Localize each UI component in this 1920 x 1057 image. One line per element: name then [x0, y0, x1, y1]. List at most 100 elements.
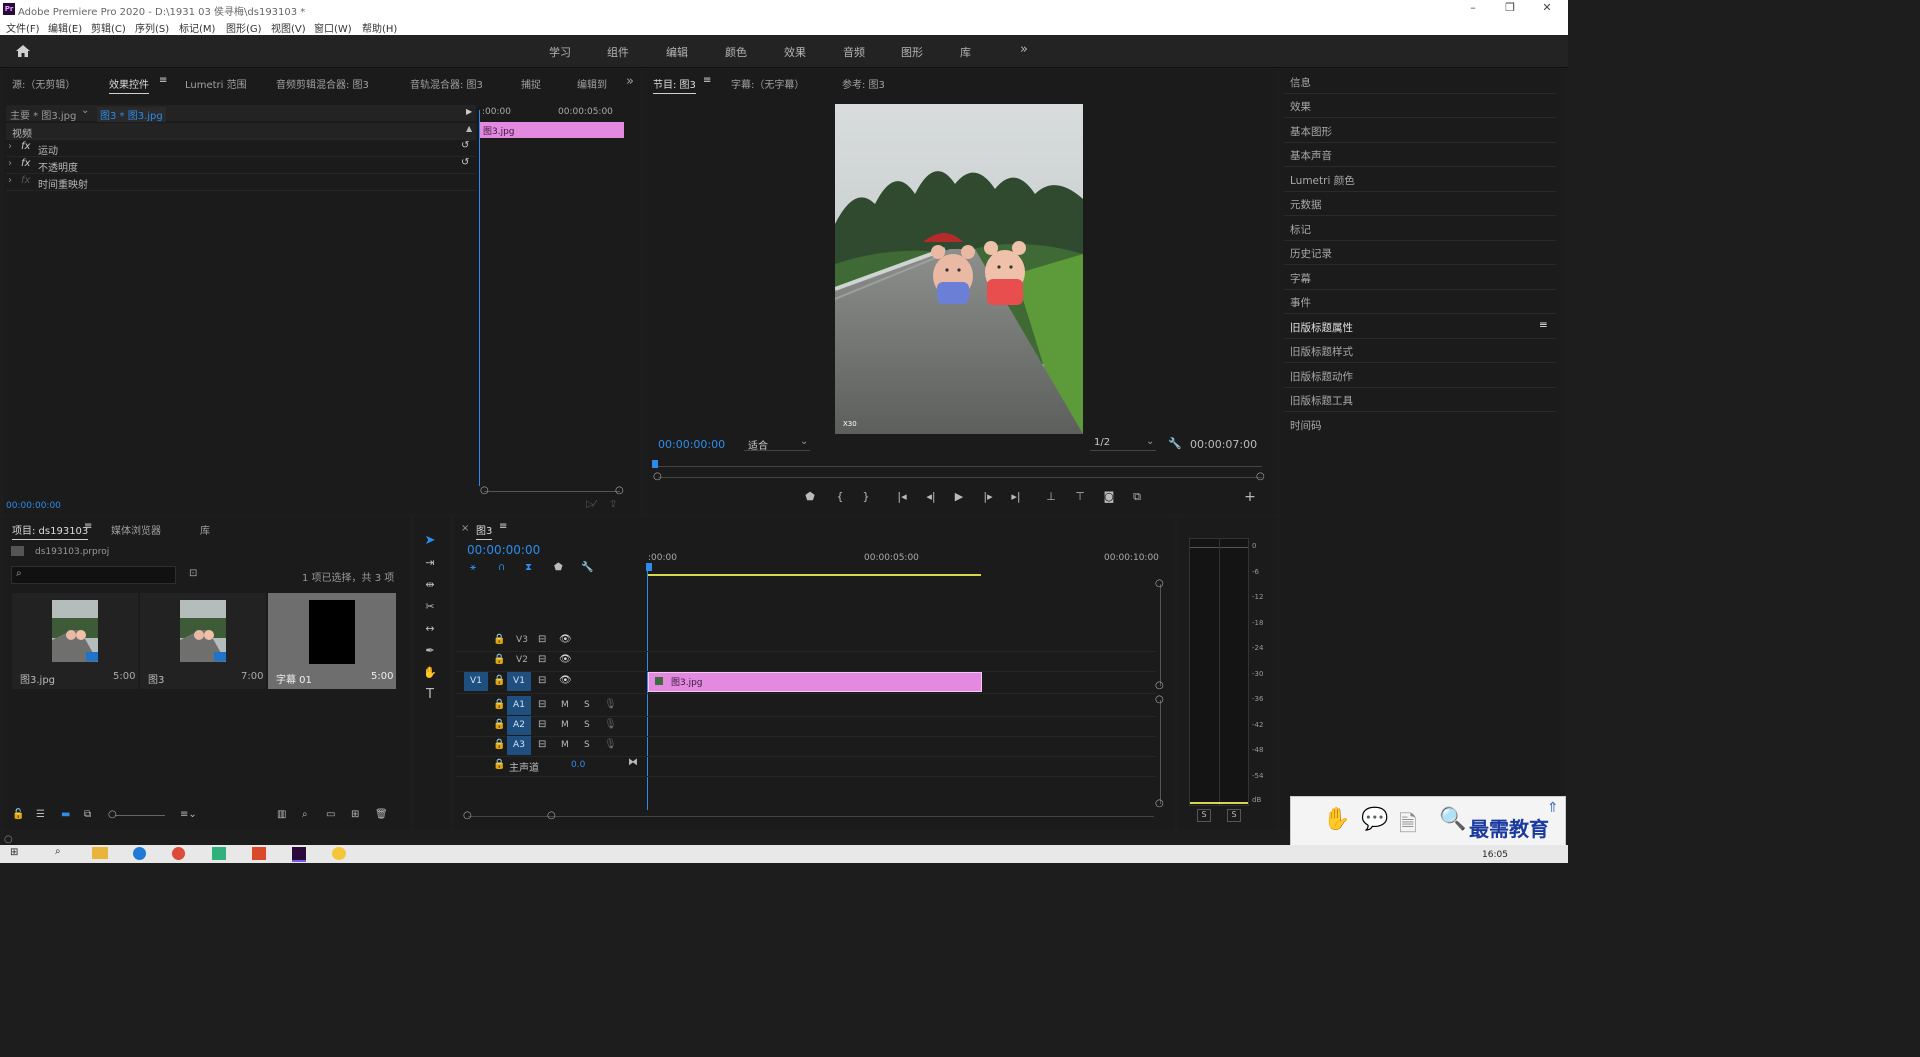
scroll-handle[interactable]: ○: [1155, 694, 1164, 705]
lock-track-icon[interactable]: 🔒: [493, 654, 505, 665]
tab-lumetri-scopes[interactable]: Lumetri 范围: [185, 76, 247, 91]
sequence-clip-label[interactable]: 图3 * 图3.jpg: [97, 107, 166, 122]
panel-lumetri-color[interactable]: Lumetri 颜色: [1284, 168, 1556, 192]
lock-track-icon[interactable]: 🔒: [493, 634, 505, 645]
chevron-down-icon[interactable]: ⌄: [81, 105, 89, 116]
sync-lock-icon[interactable]: ⊟: [538, 719, 546, 730]
tab-reference[interactable]: 参考: 图3: [842, 76, 885, 91]
track-a3[interactable]: 🔒 A3 ⊟ M S 🎙: [456, 736, 1156, 757]
scroll-handle[interactable]: ○: [463, 810, 472, 821]
chrome-icon[interactable]: [172, 847, 185, 860]
solo-button[interactable]: S: [584, 740, 590, 750]
trash-icon[interactable]: 🗑: [375, 809, 388, 820]
tab-captions[interactable]: 字幕:（无字幕）: [731, 76, 804, 91]
menu-file[interactable]: 文件(F): [6, 20, 40, 35]
scroll-handle[interactable]: ○: [1155, 680, 1164, 691]
lock-track-icon[interactable]: 🔒: [493, 675, 505, 686]
scroll-handle-left[interactable]: ○: [480, 485, 489, 496]
workspace-effects[interactable]: 效果: [784, 44, 806, 60]
microphone-icon[interactable]: 🎙: [604, 739, 617, 750]
play-icon[interactable]: ▶: [952, 490, 966, 504]
scroll-handle[interactable]: ○: [547, 810, 556, 821]
filter-icon[interactable]: ▷⁄: [586, 499, 595, 510]
resolution-dropdown[interactable]: 1/2 ⌄: [1090, 436, 1156, 451]
expand-chevron-icon[interactable]: ›: [8, 141, 12, 152]
track-select-tool-icon[interactable]: ⇥: [423, 556, 437, 570]
more-workspaces-icon[interactable]: »: [1020, 42, 1028, 57]
tab-libraries[interactable]: 库: [200, 522, 210, 537]
project-item-selected[interactable]: 字幕 01 5:00: [268, 593, 396, 689]
app-icon[interactable]: [332, 847, 346, 860]
solo-button[interactable]: S: [584, 700, 590, 710]
track-v3[interactable]: 🔒 V3 ⊟ 👁: [456, 631, 1156, 652]
lift-icon[interactable]: ⊥: [1044, 490, 1058, 504]
track-label[interactable]: A1: [507, 696, 531, 715]
linked-selection-icon[interactable]: ⧗: [525, 562, 532, 573]
tab-capture[interactable]: 捕捉: [521, 76, 541, 91]
master-volume-value[interactable]: 0.0: [571, 760, 585, 770]
ec-timecode[interactable]: 00:00:00:00: [6, 501, 61, 511]
expand-chevron-icon[interactable]: ›: [8, 175, 12, 186]
mute-button[interactable]: M: [561, 740, 569, 750]
project-item[interactable]: 图3 7:00: [140, 593, 266, 689]
comparison-view-icon[interactable]: ⧉: [1130, 490, 1144, 504]
menu-sequence[interactable]: 序列(S): [135, 20, 169, 35]
panel-legacy-title-tools[interactable]: 旧版标题工具: [1284, 388, 1556, 412]
panel-essential-sound[interactable]: 基本声音: [1284, 143, 1556, 167]
program-timecode[interactable]: 00:00:00:00: [658, 438, 725, 451]
panel-metadata[interactable]: 元数据: [1284, 192, 1556, 216]
automate-to-sequence-icon[interactable]: ▥: [277, 809, 286, 820]
sync-lock-icon[interactable]: ⊟: [538, 675, 546, 686]
ec-scrollbar[interactable]: [484, 491, 620, 492]
project-item[interactable]: 图3.jpg 5:00: [12, 593, 138, 689]
go-to-out-icon[interactable]: ▸|: [1009, 490, 1023, 504]
zoom-handle-right[interactable]: ○: [1256, 471, 1265, 482]
export-frame-icon[interactable]: ◙: [1102, 490, 1116, 504]
panel-timecode[interactable]: 时间码: [1284, 413, 1556, 436]
panel-menu-icon[interactable]: ≡: [703, 75, 711, 86]
document-icon[interactable]: 🗎: [1399, 807, 1417, 845]
panel-history[interactable]: 历史记录: [1284, 241, 1556, 265]
program-time-ruler[interactable]: [658, 466, 1262, 467]
tab-program[interactable]: 节目: 图3: [653, 76, 696, 94]
panel-essential-graphics[interactable]: 基本图形: [1284, 119, 1556, 143]
source-patch-v1[interactable]: V1: [464, 672, 488, 691]
app-icon[interactable]: [212, 847, 226, 860]
work-area-bar[interactable]: [648, 574, 981, 576]
tab-timeline-sequence[interactable]: 图3: [476, 522, 493, 540]
effect-row-opacity[interactable]: › fx 不透明度 ↺: [6, 157, 476, 174]
file-explorer-icon[interactable]: [92, 847, 108, 859]
home-icon[interactable]: [15, 44, 31, 58]
panel-effects[interactable]: 效果: [1284, 94, 1556, 118]
workspace-libraries[interactable]: 库: [960, 44, 971, 60]
icon-view-icon[interactable]: ▬: [61, 809, 70, 820]
panel-menu-icon[interactable]: ≡: [1539, 319, 1548, 331]
panel-legacy-title-properties[interactable]: 旧版标题属性 ≡: [1284, 315, 1556, 339]
zoom-slider[interactable]: [115, 815, 165, 816]
lock-track-icon[interactable]: 🔒: [493, 739, 505, 750]
panel-events[interactable]: 事件: [1284, 290, 1556, 314]
nest-toggle-icon[interactable]: ⚹: [470, 562, 476, 573]
add-button-icon[interactable]: +: [1243, 490, 1257, 504]
effect-row-motion[interactable]: › fx 运动 ↺: [6, 140, 476, 157]
sync-lock-icon[interactable]: ⊟: [538, 739, 546, 750]
tab-project[interactable]: 项目: ds193103: [12, 522, 89, 540]
mute-button[interactable]: M: [561, 700, 569, 710]
effect-row-time-remap[interactable]: › fx 时间重映射: [6, 174, 476, 191]
panel-menu-icon[interactable]: ≡: [499, 521, 507, 532]
solo-button[interactable]: S: [584, 720, 590, 730]
slip-tool-icon[interactable]: ↔: [423, 622, 437, 636]
lock-track-icon[interactable]: 🔒: [493, 719, 505, 730]
microphone-icon[interactable]: 🎙: [604, 719, 617, 730]
reset-icon[interactable]: ↺: [461, 140, 469, 151]
search-document-icon[interactable]: 🔍: [1439, 807, 1466, 832]
scroll-handle[interactable]: ○: [1155, 798, 1164, 809]
menu-graphics[interactable]: 图形(G): [226, 20, 262, 35]
ripple-edit-tool-icon[interactable]: ⇹: [423, 578, 437, 592]
eye-icon[interactable]: 👁: [559, 654, 572, 665]
panel-legacy-title-actions[interactable]: 旧版标题动作: [1284, 364, 1556, 388]
track-a1[interactable]: 🔒 A1 ⊟ M S 🎙: [456, 696, 1156, 717]
menu-view[interactable]: 视图(V): [271, 20, 306, 35]
new-item-icon[interactable]: ⊞: [351, 809, 359, 820]
reset-icon[interactable]: ↺: [461, 157, 469, 168]
